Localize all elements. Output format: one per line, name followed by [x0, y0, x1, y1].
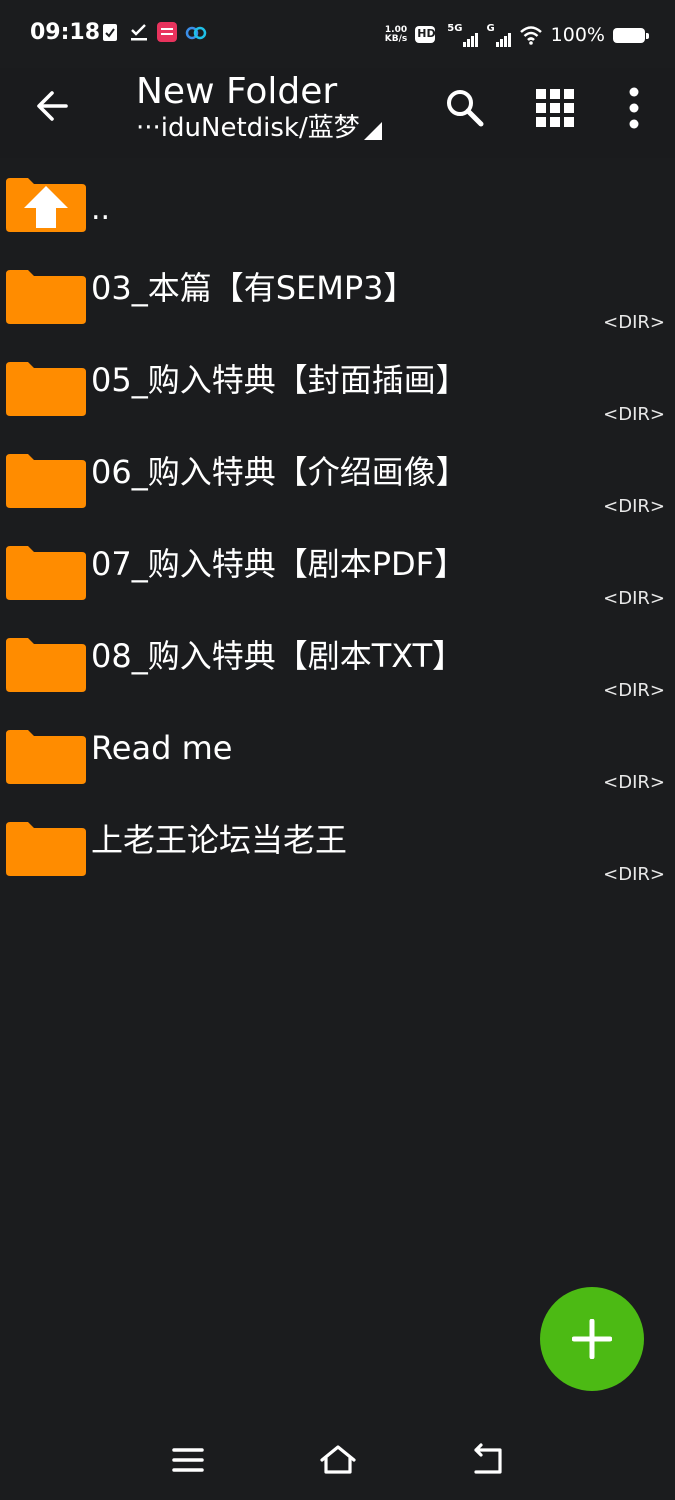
app-bar: New Folder ···iduNetdisk/蓝梦	[0, 68, 675, 158]
folder-row[interactable]: 03_本篇【有SEMP3】 <DIR>	[0, 250, 675, 342]
page-title: New Folder	[136, 71, 338, 112]
folder-name: 05_购入特典【封面插画】	[91, 361, 468, 399]
status-time: 09:18	[30, 20, 101, 45]
status-bar: 09:18 1.00 KB/s HD 5G G 100%	[0, 0, 675, 68]
dropdown-triangle-icon	[363, 122, 382, 140]
folder-name: 上老王论坛当老王	[91, 821, 348, 859]
clipboard-check-icon	[103, 24, 117, 41]
battery-percent: 100%	[550, 24, 605, 46]
folder-name: Read me	[91, 729, 233, 767]
wifi-icon	[519, 26, 542, 45]
network-speed: 1.00 KB/s	[385, 26, 407, 44]
path-breadcrumb[interactable]: ···iduNetdisk/蓝梦	[136, 112, 382, 144]
folder-up-icon	[6, 178, 86, 232]
download-done-icon	[131, 24, 147, 41]
folder-type: <DIR>	[603, 312, 665, 333]
folder-row[interactable]: 08_购入特典【剧本TXT】 <DIR>	[0, 618, 675, 710]
folder-icon	[6, 822, 86, 876]
file-list: .. 03_本篇【有SEMP3】 <DIR> 05_购入特典【封面插画】 <DI…	[0, 158, 675, 894]
menu-icon[interactable]	[168, 1442, 208, 1478]
status-right: 1.00 KB/s HD 5G G 100%	[385, 18, 649, 52]
folder-row[interactable]: 06_购入特典【介绍画像】 <DIR>	[0, 434, 675, 526]
folder-type: <DIR>	[603, 588, 665, 609]
path-text: ···iduNetdisk/蓝梦	[136, 113, 360, 143]
folder-name: 06_购入特典【介绍画像】	[91, 453, 468, 491]
more-vertical-icon[interactable]	[612, 86, 656, 130]
back-icon[interactable]	[468, 1442, 508, 1478]
folder-type: <DIR>	[603, 680, 665, 701]
system-nav-bar	[0, 1420, 675, 1500]
folder-icon	[6, 638, 86, 692]
folder-name: 03_本篇【有SEMP3】	[91, 269, 416, 307]
folder-type: <DIR>	[603, 496, 665, 517]
folder-row[interactable]: 05_购入特典【封面插画】 <DIR>	[0, 342, 675, 434]
sim1-signal-icon: 5G	[447, 23, 479, 47]
folder-icon	[6, 730, 86, 784]
folder-icon	[6, 362, 86, 416]
parent-directory-row[interactable]: ..	[0, 158, 675, 250]
app-notification-icon	[157, 22, 177, 42]
hd-label: HD	[417, 27, 436, 40]
battery-icon	[613, 27, 649, 43]
folder-icon	[6, 270, 86, 324]
sim2-signal-icon: G	[486, 23, 511, 47]
folder-icon	[6, 454, 86, 508]
folder-row[interactable]: 上老王论坛当老王 <DIR>	[0, 802, 675, 894]
hd-icon: HD	[415, 25, 439, 45]
folder-row[interactable]: 07_购入特典【剧本PDF】 <DIR>	[0, 526, 675, 618]
folder-type: <DIR>	[603, 772, 665, 793]
folder-type: <DIR>	[603, 404, 665, 425]
sim1-label: 5G	[447, 23, 463, 34]
network-speed-unit: KB/s	[384, 34, 408, 44]
folder-name: 08_购入特典【剧本TXT】	[91, 637, 465, 675]
cloud-sync-icon	[185, 26, 207, 40]
arrow-left-icon[interactable]	[34, 88, 74, 124]
search-icon[interactable]	[443, 86, 487, 130]
folder-row[interactable]: Read me <DIR>	[0, 710, 675, 802]
folder-name: 07_购入特典【剧本PDF】	[91, 545, 467, 583]
folder-type: <DIR>	[603, 864, 665, 885]
parent-directory-label: ..	[91, 192, 111, 227]
folder-icon	[6, 546, 86, 600]
add-button[interactable]	[540, 1287, 644, 1391]
grid-view-icon[interactable]	[533, 86, 577, 130]
sim2-label: G	[486, 23, 495, 34]
plus-icon	[572, 1319, 612, 1359]
home-icon[interactable]	[318, 1442, 358, 1478]
